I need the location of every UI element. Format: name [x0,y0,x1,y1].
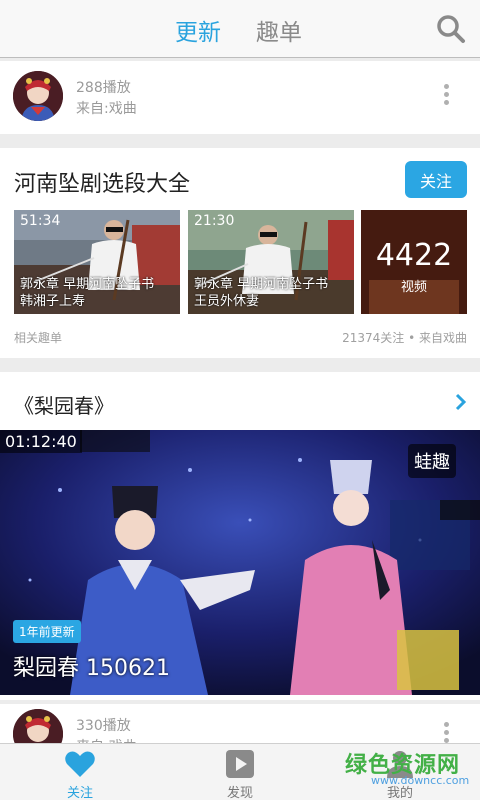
source-label: 来自:戏曲 [76,101,137,117]
thumbnail-caption: 郭永章 早期河南坠子书 韩湘子上寿 [20,277,155,309]
watermark-url: www.downcc.com [371,774,470,787]
video-thumbnail[interactable]: 21:30 郭永章 早期河南坠子书 王员外休妻 [188,210,354,314]
watermark: 绿色资源网 www.downcc.com [345,747,480,792]
avatar[interactable] [13,709,63,744]
more-icon[interactable] [436,81,456,111]
video-player[interactable]: 01:12:40 蛙趣 1年前更新 梨园春 150621 [0,430,480,695]
video-title[interactable]: 梨园春 150621 [13,650,170,682]
play-count: 288播放 [76,80,131,96]
video-duration: 01:12:40 [0,430,82,453]
related-playlists-label: 相关趣单 [14,331,63,345]
update-badge: 1年前更新 [13,620,81,643]
play-count: 330播放 [76,718,131,734]
thumbnail-caption: 郭永章 早期河南坠子书 王员外休妻 [194,277,329,309]
playlist-title[interactable]: 河南坠剧选段大全 [14,166,190,198]
chevron-right-icon[interactable] [455,393,467,411]
video-count-label: 视频 [400,280,427,295]
nav-discover[interactable]: 发现 [200,744,280,800]
duration-label: 51:34 [20,213,61,229]
top-bar: 更新 趣单 [0,0,480,58]
play-icon [226,750,254,778]
nav-label: 发现 [226,786,253,800]
feed-item-video[interactable]: 《梨园春》 01:12:40 蛙趣 1年前更新 梨园春 150621 [0,372,480,700]
program-title[interactable]: 《梨园春》 [14,390,114,419]
search-icon[interactable] [436,14,466,44]
video-thumbnail[interactable]: 51:34 郭永章 早期河南坠子书 韩湘子上寿 [14,210,180,314]
feed-item-author[interactable]: 330播放 来自:戏曲 [0,704,480,744]
nav-label: 关注 [66,786,93,800]
feed-item-author[interactable]: 288播放 来自:戏曲 [0,61,480,134]
heart-icon [65,751,95,777]
tab-updates[interactable]: 更新 [175,13,221,47]
more-icon[interactable] [436,719,456,744]
tab-playlists[interactable]: 趣单 [256,13,302,47]
avatar[interactable] [13,71,63,121]
follow-button[interactable]: 关注 [405,161,467,198]
nav-follow[interactable]: 关注 [40,744,120,800]
video-count-tile[interactable]: 4422 视频 [361,210,467,314]
duration-label: 21:30 [194,213,235,229]
source-badge: 蛙趣 [408,444,456,478]
follow-count-label: 21374关注 • 来自戏曲 [342,331,467,345]
video-count: 4422 [375,238,453,273]
feed-item-playlist[interactable]: 河南坠剧选段大全 关注 51:34 郭永章 早期河南坠子书 韩湘子上寿 21:3… [0,148,480,358]
